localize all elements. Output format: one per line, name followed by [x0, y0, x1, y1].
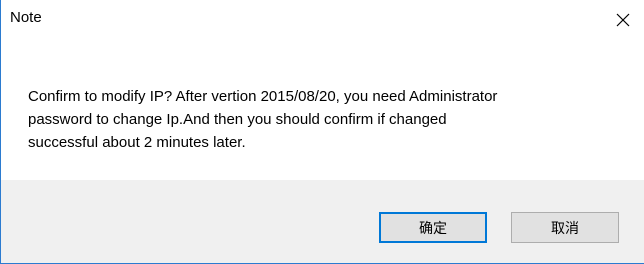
note-dialog: Note Confirm to modify IP? After vertion…: [0, 0, 644, 264]
message-line-2: password to change Ip.And then you shoul…: [28, 111, 447, 128]
close-button[interactable]: [606, 4, 640, 36]
message-area: Confirm to modify IP? After vertion 2015…: [1, 42, 644, 180]
close-icon: [616, 13, 630, 27]
button-bar: 确定 取消: [1, 180, 644, 263]
message-line-3: successful about 2 minutes later.: [28, 134, 246, 151]
message-line-1: Confirm to modify IP? After vertion 2015…: [28, 88, 498, 105]
message-text: Confirm to modify IP? After vertion 2015…: [28, 85, 628, 154]
ok-button[interactable]: 确定: [379, 212, 487, 243]
cancel-button[interactable]: 取消: [511, 212, 619, 243]
title-bar[interactable]: Note: [1, 0, 644, 42]
window-title: Note: [10, 9, 42, 26]
